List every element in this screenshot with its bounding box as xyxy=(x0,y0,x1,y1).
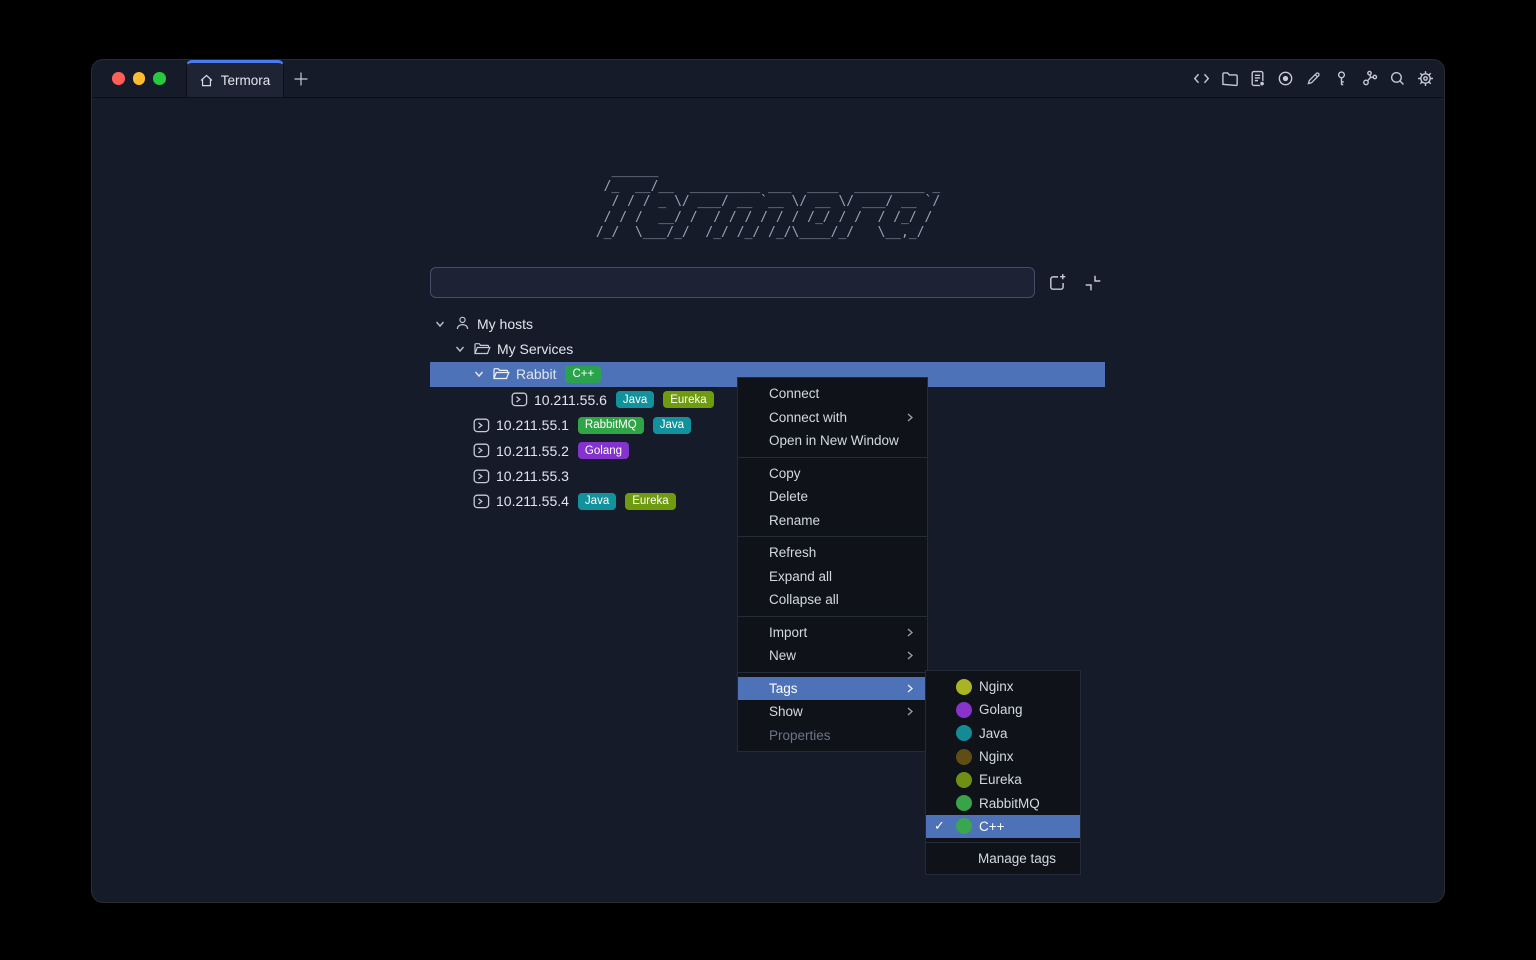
menu-separator xyxy=(738,616,927,617)
key-icon[interactable] xyxy=(1333,70,1350,87)
chevron-down-icon[interactable] xyxy=(454,343,466,355)
tag-color-dot xyxy=(956,772,972,788)
tag-color-dot xyxy=(956,702,972,718)
tree-item-label: 10.211.55.3 xyxy=(496,468,569,484)
keychain-icon[interactable] xyxy=(1361,70,1378,87)
tag-color-dot xyxy=(956,679,972,695)
tree-item-label: My Services xyxy=(497,341,573,357)
record-icon[interactable] xyxy=(1277,70,1294,87)
tag-badge: Eureka xyxy=(663,391,713,408)
tab-termora[interactable]: Termora xyxy=(186,60,284,97)
folder-open-icon xyxy=(492,366,510,382)
tag-badge: Java xyxy=(653,417,691,434)
tag-color-dot xyxy=(956,749,972,765)
chevron-down-icon[interactable] xyxy=(434,318,446,330)
search-row xyxy=(430,267,1105,298)
add-host-icon[interactable] xyxy=(1048,273,1067,292)
home-icon xyxy=(199,73,214,88)
menu-item-collapse-all[interactable]: Collapse all xyxy=(738,588,927,612)
tree-row-my-services[interactable]: My Services xyxy=(430,336,1105,361)
user-icon xyxy=(453,315,471,332)
host-icon xyxy=(510,392,528,407)
menu-item-expand-all[interactable]: Expand all xyxy=(738,565,927,589)
tree-item-label: 10.211.55.1 xyxy=(496,417,569,433)
context-menu: Connect Connect with Open in New Window … xyxy=(737,377,928,752)
tag-item-eureka[interactable]: Eureka xyxy=(926,768,1080,791)
menu-item-new[interactable]: New xyxy=(738,644,927,668)
tag-color-dot xyxy=(956,818,972,834)
tag-badge: Golang xyxy=(578,442,629,459)
tree-row-my-hosts[interactable]: My hosts xyxy=(430,311,1105,336)
menu-item-import[interactable]: Import xyxy=(738,621,927,645)
tag-badge: Java xyxy=(616,391,654,408)
tag-item-java[interactable]: Java xyxy=(926,722,1080,745)
menu-separator xyxy=(738,536,927,537)
tree-item-label: My hosts xyxy=(477,316,533,332)
tree-item-label: 10.211.55.6 xyxy=(534,392,607,408)
menu-separator xyxy=(738,672,927,673)
check-icon: ✓ xyxy=(934,818,956,834)
host-icon xyxy=(472,418,490,433)
tag-item-nginx[interactable]: Nginx xyxy=(926,675,1080,698)
menu-item-manage-tags[interactable]: Manage tags xyxy=(926,847,1080,870)
log-icon[interactable] xyxy=(1249,70,1266,87)
app-window: Termora xyxy=(92,60,1444,902)
tab-label: Termora xyxy=(221,73,271,88)
folder-icon[interactable] xyxy=(1221,70,1238,87)
new-tab-button[interactable] xyxy=(284,60,318,97)
collapse-all-icon[interactable] xyxy=(1083,273,1102,292)
menu-item-connect[interactable]: Connect xyxy=(738,382,927,406)
menu-item-open-in-new-window[interactable]: Open in New Window xyxy=(738,429,927,453)
folder-open-icon xyxy=(473,341,491,357)
tag-item-golang[interactable]: Golang xyxy=(926,698,1080,721)
tags-submenu: Nginx Golang Java Nginx Eureka RabbitMQ … xyxy=(925,670,1081,875)
host-icon xyxy=(472,469,490,484)
menu-separator xyxy=(738,457,927,458)
tag-badge: Eureka xyxy=(625,493,675,510)
tree-item-label: 10.211.55.2 xyxy=(496,443,569,459)
toolbar xyxy=(1193,60,1444,97)
code-icon[interactable] xyxy=(1193,70,1210,87)
tag-badge: RabbitMQ xyxy=(578,417,644,434)
menu-item-tags[interactable]: Tags xyxy=(738,677,927,701)
submenu-arrow-icon xyxy=(904,627,915,638)
menu-item-show[interactable]: Show xyxy=(738,700,927,724)
tag-badge: C++ xyxy=(565,366,601,383)
tree-item-label: 10.211.55.4 xyxy=(496,493,569,509)
tree-item-label: Rabbit xyxy=(516,366,556,382)
menu-item-properties: Properties xyxy=(738,724,927,748)
menu-separator xyxy=(926,842,1080,843)
tag-item-nginx-2[interactable]: Nginx xyxy=(926,745,1080,768)
traffic-lights xyxy=(92,60,166,97)
menu-item-delete[interactable]: Delete xyxy=(738,485,927,509)
menu-item-refresh[interactable]: Refresh xyxy=(738,541,927,565)
settings-icon[interactable] xyxy=(1417,70,1434,87)
minimize-button[interactable] xyxy=(133,72,146,85)
menu-item-connect-with[interactable]: Connect with xyxy=(738,406,927,430)
menu-item-rename[interactable]: Rename xyxy=(738,509,927,533)
edit-icon[interactable] xyxy=(1305,70,1322,87)
submenu-arrow-icon xyxy=(904,650,915,661)
tag-item-rabbitmq[interactable]: RabbitMQ xyxy=(926,791,1080,814)
chevron-down-icon[interactable] xyxy=(473,368,485,380)
submenu-arrow-icon xyxy=(904,706,915,717)
close-button[interactable] xyxy=(112,72,125,85)
submenu-arrow-icon xyxy=(904,412,915,423)
tag-color-dot xyxy=(956,795,972,811)
titlebar: Termora xyxy=(92,60,1444,98)
search-icon[interactable] xyxy=(1389,70,1406,87)
zoom-button[interactable] xyxy=(153,72,166,85)
tag-badge: Java xyxy=(578,493,616,510)
menu-item-copy[interactable]: Copy xyxy=(738,462,927,486)
ascii-logo: ______ /_ __/__ _________ ___ ____ _____… xyxy=(596,163,940,241)
search-input[interactable] xyxy=(430,267,1035,298)
tag-color-dot xyxy=(956,725,972,741)
tag-item-cpp[interactable]: ✓ C++ xyxy=(926,815,1080,838)
submenu-arrow-icon xyxy=(904,683,915,694)
host-icon xyxy=(472,494,490,509)
host-icon xyxy=(472,443,490,458)
